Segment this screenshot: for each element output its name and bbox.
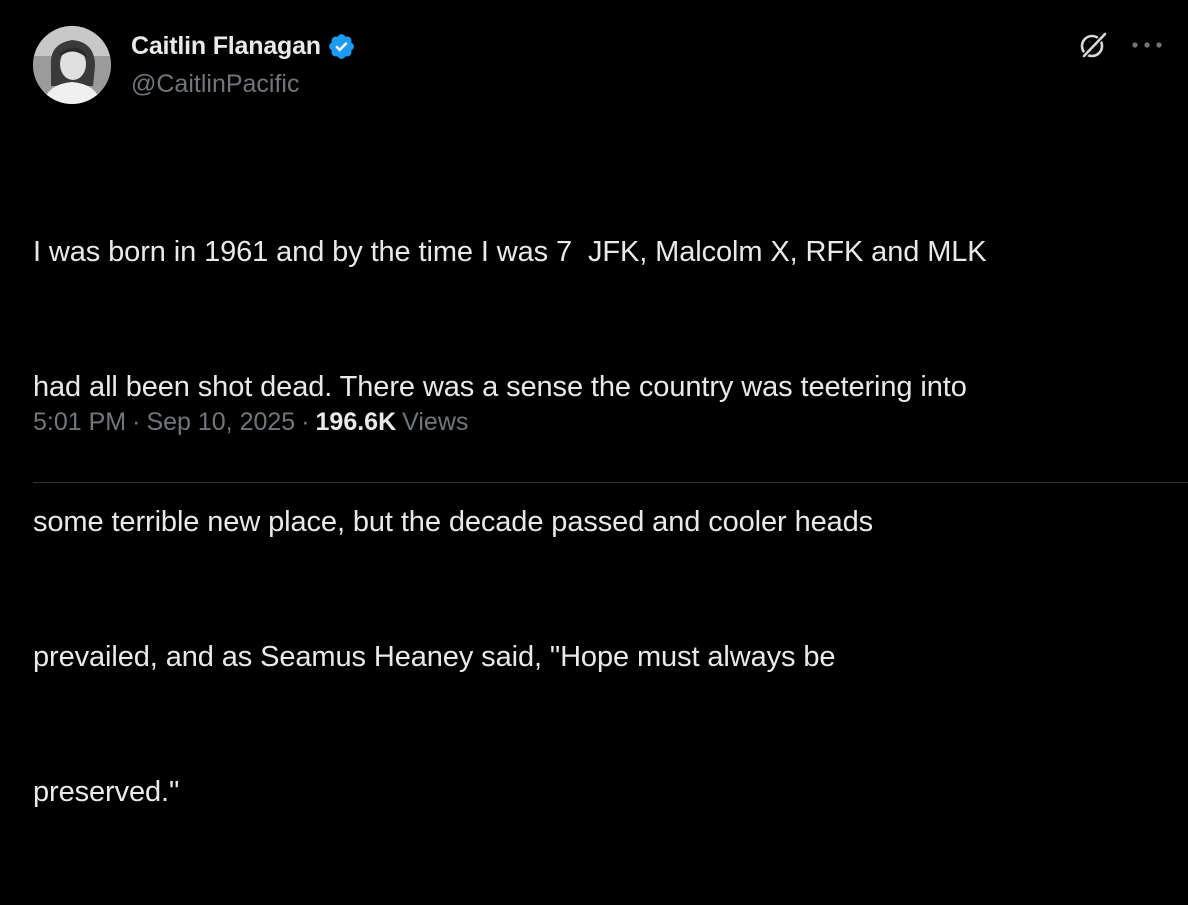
- tweet-text-line: prevailed, and as Seamus Heaney said, "H…: [33, 641, 836, 673]
- verified-badge-icon[interactable]: [327, 32, 356, 61]
- grok-icon[interactable]: [1078, 30, 1108, 60]
- tweet-card: Caitlin Flanagan @CaitlinPacific I was b…: [0, 0, 1188, 808]
- tweet-meta: 5:01 PM · Sep 10, 2025 · 196.6K Views: [33, 408, 468, 437]
- tweet-text: I was born in 1961 and by the time I was…: [33, 140, 1173, 905]
- avatar[interactable]: [33, 26, 111, 104]
- views-count[interactable]: 196.6K: [316, 408, 397, 437]
- tweet-text-line: had all been shot dead. There was a sens…: [33, 371, 967, 403]
- meta-separator: ·: [301, 408, 310, 436]
- tweet-text-line: I was born in 1961 and by the time I was…: [33, 236, 987, 268]
- more-icon[interactable]: [1130, 38, 1164, 50]
- tweet-text-line: preserved.": [33, 776, 180, 808]
- tweet-date[interactable]: Sep 10, 2025: [146, 408, 295, 437]
- author-name-row: Caitlin Flanagan: [131, 30, 356, 62]
- author-handle[interactable]: @CaitlinPacific: [131, 70, 299, 99]
- tweet-text-line: some terrible new place, but the decade …: [33, 506, 874, 538]
- author-name[interactable]: Caitlin Flanagan: [131, 32, 321, 61]
- views-label: Views: [402, 408, 469, 436]
- tweet-time[interactable]: 5:01 PM: [33, 408, 126, 437]
- meta-separator: ·: [132, 408, 141, 436]
- divider: [33, 482, 1188, 483]
